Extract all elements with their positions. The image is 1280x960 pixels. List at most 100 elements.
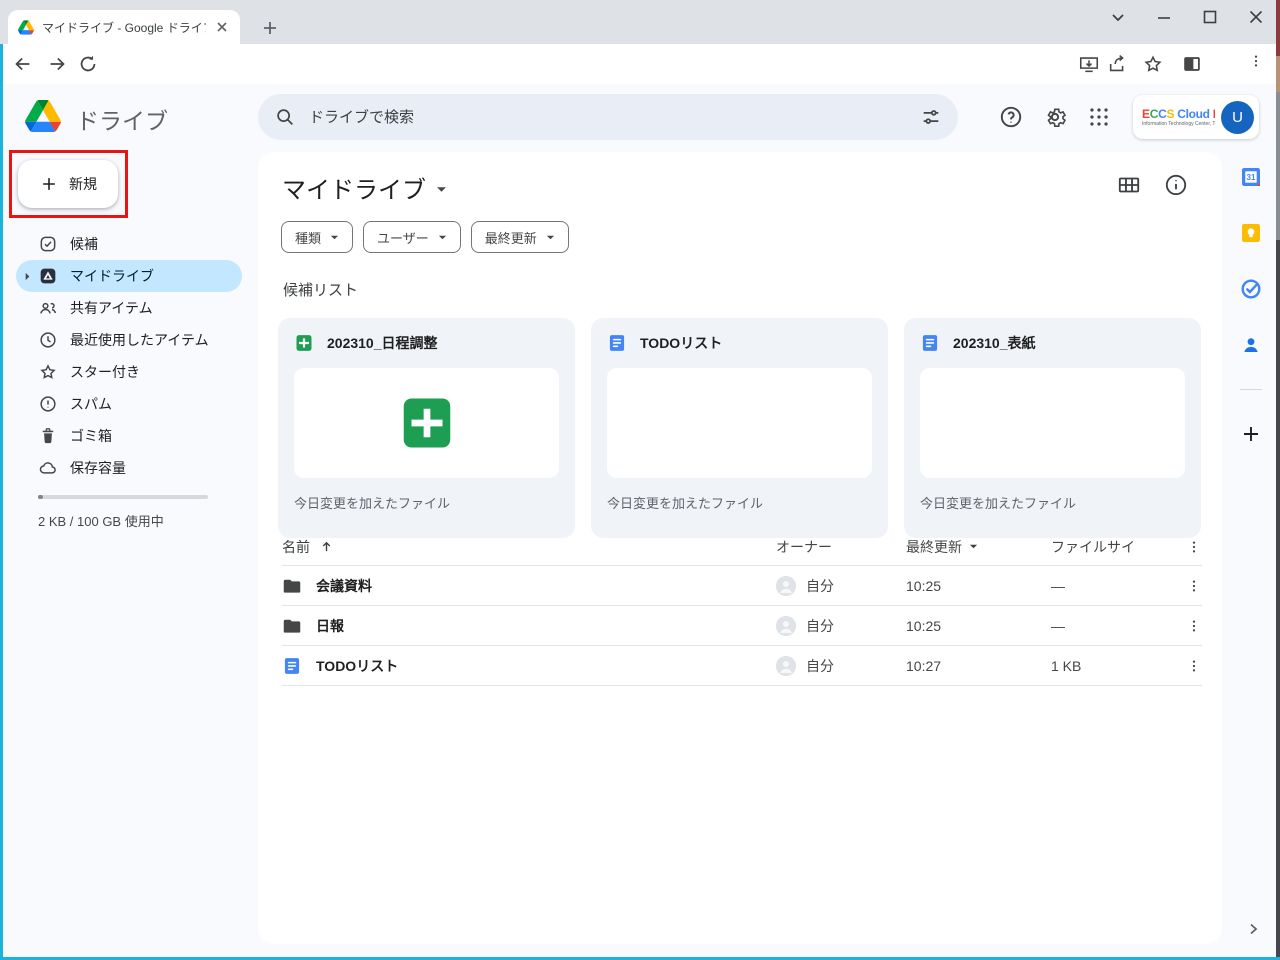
column-size[interactable]: ファイルサイ — [1051, 539, 1135, 555]
filter-chip[interactable]: 最終更新 — [471, 221, 569, 253]
install-app-icon[interactable] — [1078, 53, 1100, 75]
drive-search-bar[interactable] — [258, 94, 958, 140]
file-size: 1 KB — [1051, 658, 1081, 674]
sidebar-item-suggested[interactable]: 候補 — [16, 228, 242, 260]
card-caption: 今日変更を加えたファイル — [607, 493, 872, 512]
sidebar-item-storage[interactable]: 保存容量 — [16, 452, 242, 484]
table-row[interactable]: TODOリスト 自分 10:27 1 KB — [282, 646, 1202, 686]
suggestion-card[interactable]: 202310_表紙 今日変更を加えたファイル — [904, 318, 1201, 538]
column-name[interactable]: 名前 — [282, 537, 310, 557]
expander-icon[interactable] — [23, 272, 32, 281]
storage-progress-used — [38, 495, 43, 499]
file-owner: 自分 — [806, 576, 834, 596]
keep-icon[interactable] — [1239, 221, 1263, 245]
sidebar-item-shared[interactable]: 共有アイテム — [16, 292, 242, 324]
svg-text:31: 31 — [1247, 173, 1256, 182]
drive-account-avatar[interactable]: U — [1221, 101, 1254, 134]
card-title: TODOリスト — [640, 333, 722, 353]
title-caret-icon[interactable] — [436, 184, 447, 195]
file-modified: 10:25 — [906, 578, 941, 594]
info-details-icon[interactable] — [1163, 172, 1189, 198]
table-row[interactable]: 日報 自分 10:25 — — [282, 606, 1202, 646]
sort-ascending-icon[interactable] — [320, 540, 333, 553]
grid-view-toggle-icon[interactable] — [1116, 172, 1142, 198]
drive-app: ドライブ ECCS Cloud Mail Information Technol… — [0, 84, 1280, 960]
suggestion-card[interactable]: 202310_日程調整 今日変更を加えたファイル — [278, 318, 575, 538]
trash-icon — [38, 426, 58, 446]
doc-file-icon — [920, 333, 940, 353]
calendar-icon[interactable]: 31 — [1239, 165, 1263, 189]
sidebar-item-mydrive[interactable]: マイドライブ — [16, 260, 242, 292]
search-options-icon[interactable] — [920, 106, 942, 128]
filter-chip[interactable]: 種類 — [281, 221, 353, 253]
sidebar-item-starred[interactable]: スター付き — [16, 356, 242, 388]
sidebar-item-label: 候補 — [70, 234, 98, 254]
sheet-file-icon — [294, 333, 314, 353]
new-tab-button[interactable] — [258, 16, 282, 40]
share-icon[interactable] — [1107, 53, 1129, 75]
table-body: 会議資料 自分 10:25 — 日報 自分 10:25 — — [282, 566, 1202, 686]
back-button[interactable] — [12, 53, 34, 75]
starred-icon — [38, 362, 58, 382]
file-name: 会議資料 — [316, 576, 372, 596]
row-more-icon[interactable] — [1186, 618, 1202, 634]
column-owner[interactable]: オーナー — [776, 537, 832, 557]
window-maximize-button[interactable] — [1198, 5, 1222, 29]
recent-icon — [38, 330, 58, 350]
suggestion-card[interactable]: TODOリスト 今日変更を加えたファイル — [591, 318, 888, 538]
page-title-row[interactable]: マイドライブ — [282, 170, 447, 205]
search-input[interactable] — [309, 109, 907, 126]
row-more-icon[interactable] — [1186, 578, 1202, 594]
window-minimize-button[interactable] — [1152, 5, 1176, 29]
file-size: — — [1051, 618, 1065, 634]
search-icon — [274, 106, 296, 128]
storage-progress-bar — [38, 495, 208, 499]
tab-search-chevron-icon[interactable] — [1106, 5, 1130, 29]
contacts-icon[interactable] — [1239, 333, 1263, 357]
main-content: マイドライブ 種類 ユーザー 最終更新 候補リスト — [258, 152, 1222, 944]
forward-button[interactable] — [46, 53, 68, 75]
table-row[interactable]: 会議資料 自分 10:25 — — [282, 566, 1202, 606]
eccs-subtext: Information Technology Center, The Unive… — [1142, 121, 1215, 127]
sidebar-item-label: 最近使用したアイテム — [70, 330, 209, 350]
side-panel-rail: 31 — [1239, 165, 1263, 446]
page-title: マイドライブ — [282, 170, 426, 205]
sidebar-item-spam[interactable]: スパム — [16, 388, 242, 420]
spam-icon — [38, 394, 58, 414]
tasks-icon[interactable] — [1239, 277, 1263, 301]
bookmark-star-icon[interactable] — [1142, 53, 1164, 75]
drive-logo-icon[interactable] — [25, 100, 61, 132]
browser-tab[interactable]: マイドライブ - Google ドライブ — [8, 10, 240, 44]
sidebar-item-trash[interactable]: ゴミ箱 — [16, 420, 242, 452]
table-header: 名前 オーナー 最終更新 ファイルサイ — [282, 528, 1202, 566]
screen-border-left — [0, 44, 3, 960]
add-side-panel-app-icon[interactable] — [1239, 422, 1263, 446]
expand-side-panel-icon[interactable] — [1244, 920, 1262, 938]
sidebar-item-label: 保存容量 — [70, 458, 126, 478]
sidebar-item-recent[interactable]: 最近使用したアイテム — [16, 324, 242, 356]
storage-usage-text: 2 KB / 100 GB 使用中 — [38, 511, 164, 530]
account-badge[interactable]: ECCS Cloud Mail Information Technology C… — [1133, 95, 1259, 139]
filter-chip-label: ユーザー — [377, 228, 429, 247]
header-more-icon[interactable] — [1186, 539, 1202, 555]
file-size: — — [1051, 578, 1065, 594]
filter-chip-label: 最終更新 — [485, 228, 537, 247]
card-caption: 今日変更を加えたファイル — [294, 493, 559, 512]
google-apps-grid-icon[interactable] — [1086, 104, 1112, 130]
chevron-down-icon — [438, 233, 447, 242]
window-close-button[interactable] — [1244, 5, 1268, 29]
browser-menu-icon[interactable] — [1248, 53, 1264, 75]
column-modified[interactable]: 最終更新 — [906, 537, 962, 557]
tab-close-icon[interactable] — [214, 19, 230, 35]
owner-avatar — [776, 656, 796, 676]
side-panel-icon[interactable] — [1181, 53, 1203, 75]
help-icon[interactable] — [998, 104, 1024, 130]
filter-chip[interactable]: ユーザー — [363, 221, 461, 253]
reload-button[interactable] — [77, 53, 99, 75]
modified-dropdown-icon[interactable] — [969, 542, 978, 551]
file-table: 名前 オーナー 最終更新 ファイルサイ — [282, 528, 1202, 686]
sidebar-nav: 候補 マイドライブ 共有アイテム 最近使用したアイテム スター付き スパム — [0, 228, 248, 484]
card-thumbnail — [920, 368, 1185, 478]
row-more-icon[interactable] — [1186, 658, 1202, 674]
settings-gear-icon[interactable] — [1042, 104, 1068, 130]
